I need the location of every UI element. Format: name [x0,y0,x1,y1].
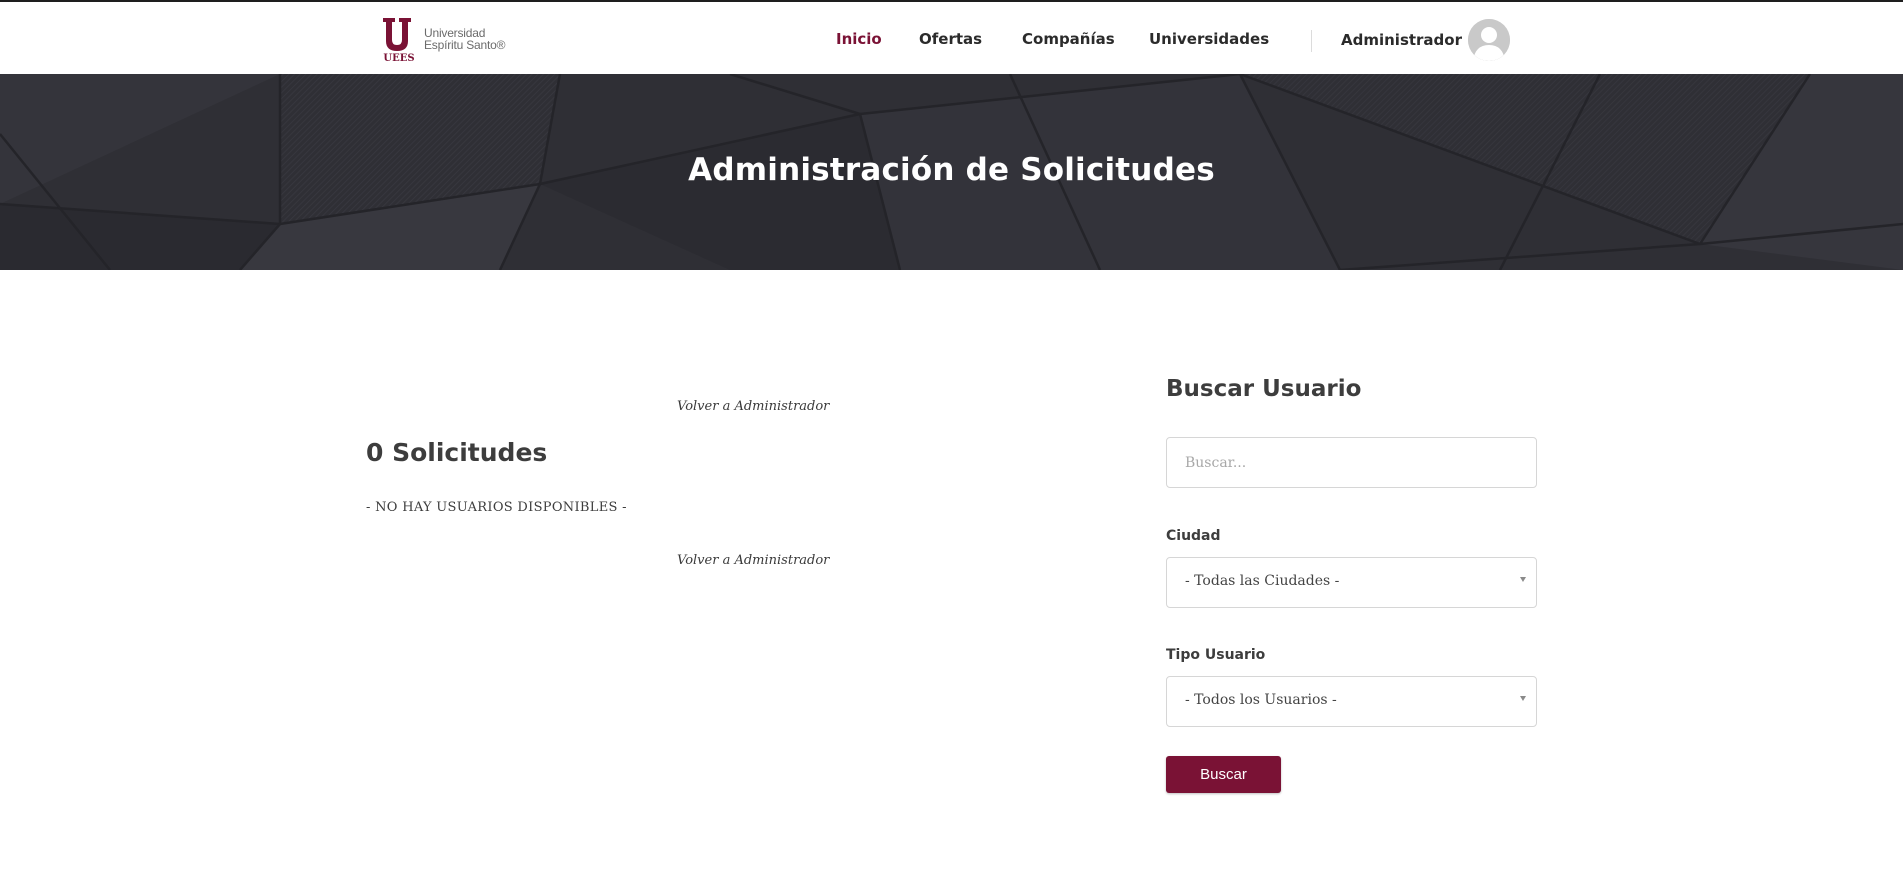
back-to-admin-link-top[interactable]: Volver a Administrador [677,399,829,414]
nav-item-ofertas[interactable]: Ofertas [919,30,982,48]
city-select-value: - Todas las Ciudades - [1185,573,1340,589]
user-name[interactable]: Administrador [1341,31,1462,49]
request-count-heading: 0 Solicitudes [366,438,548,467]
logo-wordmark: Universidad Espíritu Santo® [424,27,505,51]
user-type-select-value: - Todos los Usuarios - [1185,692,1337,708]
search-button[interactable]: Buscar [1166,756,1281,793]
search-user-title: Buscar Usuario [1166,376,1362,402]
search-input[interactable] [1167,438,1536,487]
empty-state-message: - NO HAY USUARIOS DISPONIBLES - [366,500,627,515]
logo-line-2: Espíritu Santo® [424,38,506,52]
chevron-down-icon [1520,696,1526,701]
svg-text:UEES: UEES [383,53,414,62]
nav-divider [1311,30,1312,52]
page-title: Administración de Solicitudes [688,152,1215,188]
site-logo[interactable]: UEES Universidad Espíritu Santo® [380,16,505,64]
nav-item-inicio[interactable]: Inicio [836,30,882,48]
city-label: Ciudad [1166,528,1221,544]
back-to-admin-link-bottom[interactable]: Volver a Administrador [677,553,829,568]
chevron-down-icon [1520,577,1526,582]
nav-item-universidades[interactable]: Universidades [1149,30,1269,48]
user-type-label: Tipo Usuario [1166,647,1266,663]
nav-item-companias[interactable]: Compañías [1022,30,1115,48]
site-header: UEES Universidad Espíritu Santo® Inicio … [0,2,1903,74]
page-banner: Administración de Solicitudes [0,74,1903,270]
city-select[interactable]: - Todas las Ciudades - [1166,557,1537,608]
user-type-select[interactable]: - Todos los Usuarios - [1166,676,1537,727]
search-field [1166,437,1537,488]
uees-logo-icon: UEES [380,16,418,64]
user-avatar-icon[interactable] [1468,19,1510,61]
